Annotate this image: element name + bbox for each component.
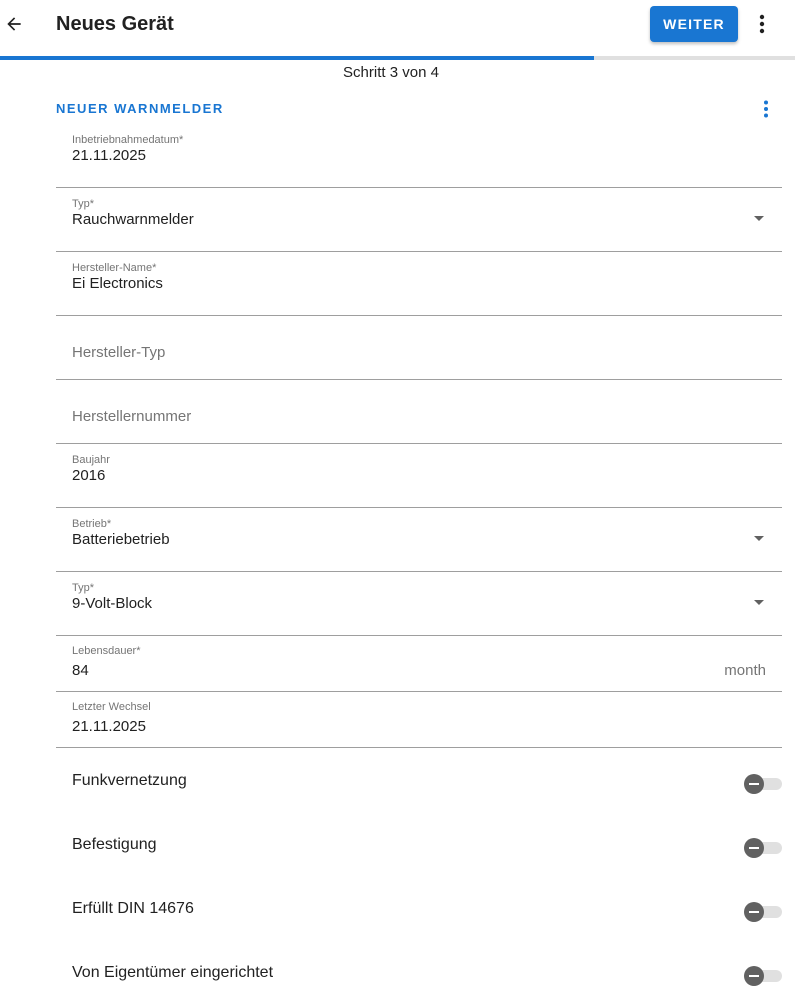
step-progress-bar [0,56,795,60]
radio-networking-switch[interactable] [744,773,782,795]
field-label: Typ* [72,582,95,594]
field-label: Typ* [72,198,95,210]
page-title: Neues Gerät [56,13,174,35]
field-value: Batteriebetrieb [72,531,170,548]
toggle-row-mounting: Befestigung [56,816,782,880]
manufacturer-type-field[interactable]: Hersteller-Typ [56,316,782,380]
switch-thumb-icon [744,774,764,794]
toggle-row-din: Erfüllt DIN 14676 [56,880,782,944]
back-button[interactable] [0,10,28,38]
field-placeholder: Herstellernummer [72,408,192,425]
operation-select[interactable]: Betrieb* Batteriebetrieb [56,508,782,572]
toggle-row-owner-installed: Von Eigentümer eingerichtet [56,944,782,1006]
step-label: Schritt 3 von 4 [343,64,439,81]
field-value: 9-Volt-Block [72,595,153,612]
owner-installed-switch[interactable] [744,965,782,987]
step-progress-fill [0,56,594,60]
field-value: 2016 [72,467,106,484]
toggle-label: Erfüllt DIN 14676 [72,900,194,917]
field-suffix: month [724,662,766,679]
more-options-button[interactable] [750,10,774,38]
switch-thumb-icon [744,838,764,858]
commissioning-date-field[interactable]: Inbetriebnahmedatum* 21.11.2025 [56,124,782,188]
field-label: Lebensdauer* [72,645,141,657]
last-change-field[interactable]: Letzter Wechsel 21.11.2025 [56,692,782,748]
toggle-label: Funkvernetzung [72,772,187,789]
year-field[interactable]: Baujahr 2016 [56,444,782,508]
new-device-page: Neues Gerät WEITER Schritt 3 von 4 NEUER… [0,0,795,1006]
field-value: Rauchwarnmelder [72,211,194,228]
switch-thumb-icon [744,966,764,986]
field-value: Ei Electronics [72,275,163,292]
section-menu-button[interactable] [754,98,778,120]
field-value: 84 [72,662,89,679]
more-vertical-icon [759,14,765,34]
caret-down-icon [754,600,764,605]
field-label: Hersteller-Name* [72,262,157,274]
mounting-switch[interactable] [744,837,782,859]
toggle-label: Befestigung [72,836,157,853]
lifetime-field[interactable]: Lebensdauer* 84 month [56,636,782,692]
field-label: Letzter Wechsel [72,701,151,713]
toggle-row-radio-networking: Funkvernetzung [56,752,782,816]
toggle-label: Von Eigentümer eingerichtet [72,964,274,981]
arrow-left-icon [7,17,21,31]
next-button[interactable]: WEITER [650,6,738,42]
field-label: Betrieb* [72,518,112,530]
manufacturer-number-field[interactable]: Herstellernummer [56,380,782,444]
field-label: Baujahr [72,454,110,466]
manufacturer-name-field[interactable]: Hersteller-Name* Ei Electronics [56,252,782,316]
caret-down-icon [754,216,764,221]
more-vertical-icon [764,100,768,118]
app-bar: Neues Gerät WEITER [0,0,795,56]
field-label: Inbetriebnahmedatum* [72,134,184,146]
caret-down-icon [754,536,764,541]
din-switch[interactable] [744,901,782,923]
field-placeholder: Hersteller-Typ [72,344,166,361]
field-value: 21.11.2025 [72,718,146,735]
type-select[interactable]: Typ* Rauchwarnmelder [56,188,782,252]
switch-thumb-icon [744,902,764,922]
field-value: 21.11.2025 [72,147,146,164]
battery-type-select[interactable]: Typ* 9-Volt-Block [56,572,782,636]
section-title: NEUER WARNMELDER [56,101,224,116]
